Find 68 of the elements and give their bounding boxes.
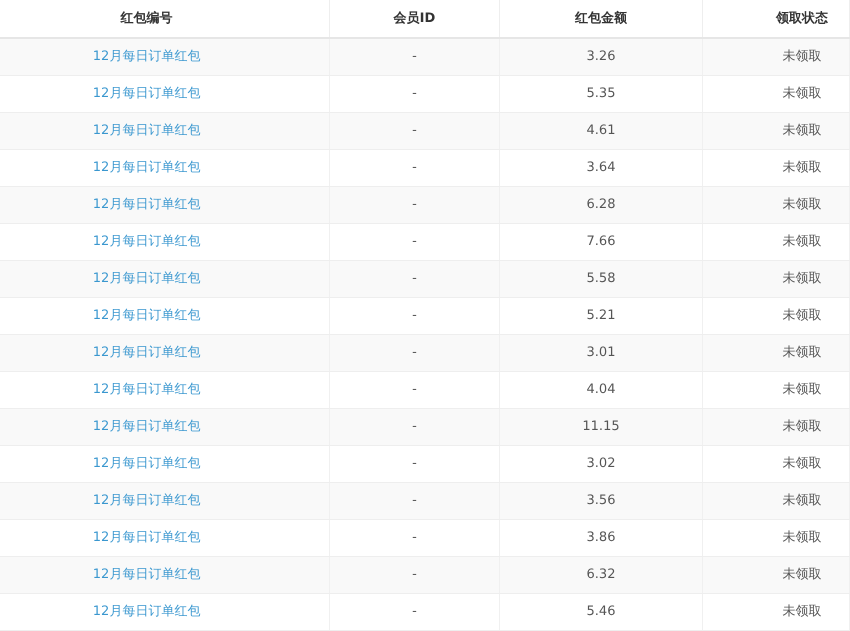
table-cell-text: 3.01 xyxy=(586,344,616,362)
table-cell-text: - xyxy=(412,85,417,104)
table-cell-text: - xyxy=(412,418,417,436)
table-cell-text: 5.35 xyxy=(586,85,616,104)
packet-name-link[interactable]: 12月每日订单红包 xyxy=(92,602,200,622)
table-cell-text: - xyxy=(412,159,417,178)
table-cell-text: 3.26 xyxy=(586,48,616,66)
packet-name-link[interactable]: 12月每日订单红包 xyxy=(92,195,200,215)
table-cell-text: 5.58 xyxy=(586,270,616,288)
packet-name-link[interactable]: 12月每日订单红包 xyxy=(92,47,200,67)
table-cell-text: 未领取 xyxy=(782,270,822,288)
table-cell-text: 未领取 xyxy=(782,566,822,584)
packet-name-link[interactable]: 12月每日订单红包 xyxy=(92,269,200,289)
table-cell-text: 7.66 xyxy=(586,233,616,252)
table-cell-text: 未领取 xyxy=(782,233,822,252)
packet-name-link[interactable]: 12月每日订单红包 xyxy=(92,380,200,400)
table-cell-text: 3.56 xyxy=(586,492,616,510)
table-cell-text: - xyxy=(412,122,417,140)
table-cell-text: - xyxy=(412,270,417,288)
table-cell-text: - xyxy=(412,233,417,252)
packet-name-link[interactable]: 12月每日订单红包 xyxy=(92,232,200,252)
column-header: 红包编号 xyxy=(120,10,172,28)
table-cell-text: 5.21 xyxy=(586,307,616,326)
packet-name-link[interactable]: 12月每日订单红包 xyxy=(92,121,200,141)
table-cell-text: 未领取 xyxy=(782,603,822,622)
table-cell-text: - xyxy=(412,603,417,622)
packet-name-link[interactable]: 12月每日订单红包 xyxy=(92,528,200,548)
table-cell-text: 未领取 xyxy=(782,418,822,436)
table-cell-text: - xyxy=(412,566,417,584)
table-cell-text: 6.28 xyxy=(586,196,616,214)
table-cell-text: 未领取 xyxy=(782,307,822,326)
packet-name-link[interactable]: 12月每日订单红包 xyxy=(92,158,200,178)
table-cell-text: 未领取 xyxy=(782,381,822,400)
table-cell-text: - xyxy=(412,48,417,66)
packet-name-link[interactable]: 12月每日订单红包 xyxy=(92,417,200,437)
table-cell-text: - xyxy=(412,381,417,400)
packet-name-link[interactable]: 12月每日订单红包 xyxy=(92,84,200,104)
column-header: 会员ID xyxy=(394,10,436,28)
table-cell-text: - xyxy=(412,344,417,362)
packet-name-link[interactable]: 12月每日订单红包 xyxy=(92,491,200,511)
table-cell-text: - xyxy=(412,455,417,474)
table-cell-text: - xyxy=(412,529,417,548)
table-cell-text: - xyxy=(412,196,417,214)
table-cell-text: 4.61 xyxy=(586,122,616,140)
table-cell-text: 3.86 xyxy=(586,529,616,548)
table-cell-text: 未领取 xyxy=(782,529,822,548)
packet-name-link[interactable]: 12月每日订单红包 xyxy=(92,565,200,585)
packet-name-link[interactable]: 12月每日订单红包 xyxy=(92,454,200,474)
table-cell-text: 3.64 xyxy=(586,159,616,178)
table-cell-text: 未领取 xyxy=(782,48,822,66)
column-header: 红包金额 xyxy=(575,10,627,28)
table-cell-text: 未领取 xyxy=(782,122,822,140)
table-cell-text: 未领取 xyxy=(782,159,822,178)
table-cell-text: 未领取 xyxy=(782,492,822,510)
table-cell-text: 5.46 xyxy=(586,603,616,622)
table-cell-text: 未领取 xyxy=(782,196,822,214)
table-cell-text: - xyxy=(412,492,417,510)
packet-name-link[interactable]: 12月每日订单红包 xyxy=(92,306,200,326)
table-cell-text: 未领取 xyxy=(782,344,822,362)
packet-name-link[interactable]: 12月每日订单红包 xyxy=(92,343,200,363)
table-cell-text: 3.02 xyxy=(586,455,616,474)
column-header: 领取状态 xyxy=(776,10,828,28)
table-cell-text: 6.32 xyxy=(586,566,616,584)
table-cell-text: - xyxy=(412,307,417,326)
table-cell-text: 未领取 xyxy=(782,85,822,104)
table-cell-text: 11.15 xyxy=(582,418,620,436)
table-cell-text: 4.04 xyxy=(586,381,616,400)
table-cell-text: 未领取 xyxy=(782,455,822,474)
